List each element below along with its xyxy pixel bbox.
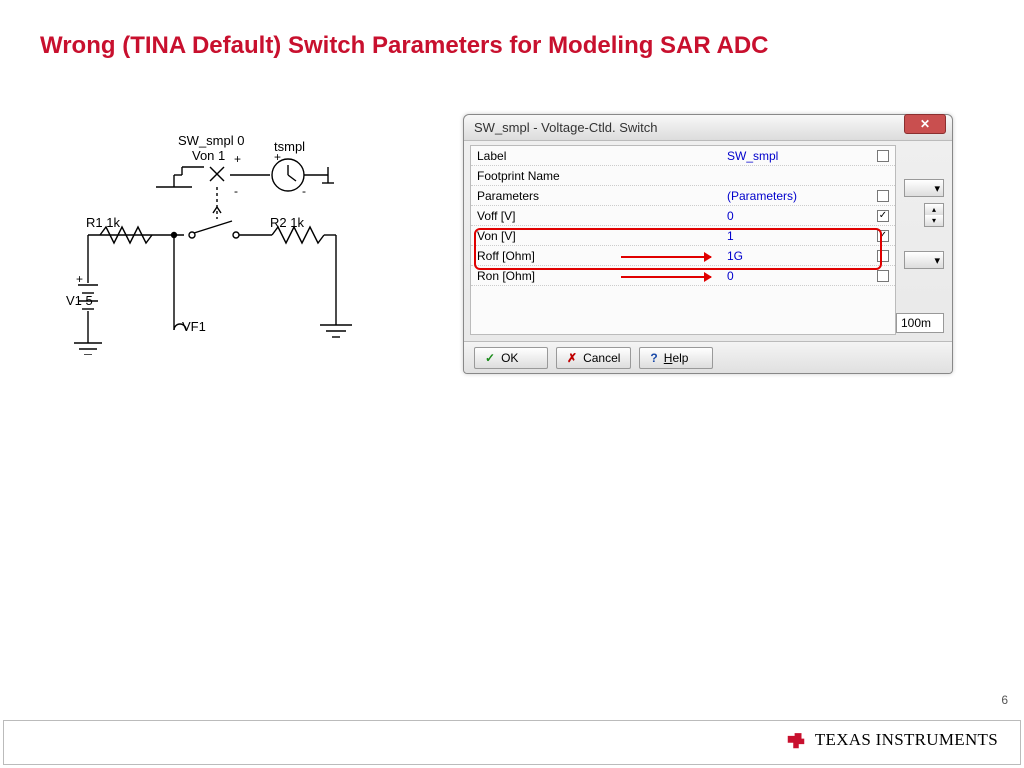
ti-mark-icon bbox=[785, 729, 807, 751]
table-row[interactable]: Footprint Name bbox=[471, 166, 895, 186]
unit-select[interactable]: ▾ bbox=[904, 251, 944, 269]
readout-value[interactable]: 100m bbox=[896, 313, 944, 333]
ok-label: OK bbox=[501, 351, 518, 365]
label-sw-smpl: SW_smpl 0 bbox=[178, 133, 244, 148]
close-button[interactable]: ✕ bbox=[904, 114, 946, 134]
slide-footer: 6 TEXAS INSTRUMENTS bbox=[3, 720, 1021, 765]
close-icon: ✕ bbox=[920, 117, 930, 131]
table-row[interactable]: Von [V] 1 bbox=[471, 226, 895, 246]
svg-text:-: - bbox=[302, 184, 306, 198]
checkbox[interactable] bbox=[877, 250, 889, 262]
step-down-icon[interactable]: ▾ bbox=[925, 215, 943, 226]
label-r2: R2 1k bbox=[270, 215, 304, 230]
x-icon: ✗ bbox=[567, 351, 577, 365]
slide-title: Wrong (TINA Default) Switch Parameters f… bbox=[40, 32, 769, 60]
help-button[interactable]: ? Help bbox=[639, 347, 713, 369]
circuit-schematic: + - + - + SW_smpl 0 Von 1 tsmpl R1 1k R2… bbox=[74, 115, 414, 355]
label-tsmpl: tsmpl bbox=[274, 139, 305, 154]
arrow-icon bbox=[621, 276, 711, 278]
table-row[interactable]: Parameters (Parameters) bbox=[471, 186, 895, 206]
checkbox[interactable] bbox=[877, 270, 889, 282]
param-value[interactable]: 0 bbox=[721, 209, 871, 223]
question-icon: ? bbox=[650, 351, 657, 365]
unit-select[interactable]: ▾ bbox=[904, 179, 944, 197]
schematic-svg: + - + - + bbox=[74, 115, 414, 355]
parameter-table: Label SW_smpl Footprint Name Parameters … bbox=[470, 145, 896, 335]
label-v1: V1 5 bbox=[66, 293, 93, 308]
cancel-label: Cancel bbox=[583, 351, 620, 365]
page-number: 6 bbox=[1001, 693, 1008, 707]
svg-text:+: + bbox=[234, 152, 241, 166]
param-value[interactable]: 1G bbox=[721, 249, 871, 263]
switch-params-dialog: SW_smpl - Voltage-Ctld. Switch ✕ Label S… bbox=[463, 114, 953, 374]
dialog-titlebar: SW_smpl - Voltage-Ctld. Switch ✕ bbox=[464, 115, 952, 141]
param-value[interactable]: 1 bbox=[721, 229, 871, 243]
param-value[interactable]: (Parameters) bbox=[721, 189, 871, 203]
svg-text:+: + bbox=[76, 272, 83, 286]
label-r1: R1 1k bbox=[86, 215, 120, 230]
param-name: Label bbox=[471, 149, 721, 163]
check-icon: ✓ bbox=[485, 351, 495, 365]
checkbox[interactable] bbox=[877, 150, 889, 162]
arrow-icon bbox=[621, 256, 711, 258]
label-vf1: VF1 bbox=[182, 319, 206, 334]
checkbox[interactable] bbox=[877, 210, 889, 222]
param-name: Voff [V] bbox=[471, 209, 721, 223]
svg-text:-: - bbox=[234, 184, 238, 198]
param-value[interactable]: 0 bbox=[721, 269, 871, 283]
param-value[interactable]: SW_smpl bbox=[721, 149, 871, 163]
ti-logo: TEXAS INSTRUMENTS bbox=[785, 729, 998, 751]
ti-brand-text: TEXAS INSTRUMENTS bbox=[815, 730, 998, 750]
param-name: Von [V] bbox=[471, 229, 721, 243]
dialog-title-text: SW_smpl - Voltage-Ctld. Switch bbox=[474, 120, 658, 135]
table-row[interactable]: Label SW_smpl bbox=[471, 146, 895, 166]
value-stepper[interactable]: ▴ ▾ bbox=[924, 203, 944, 227]
ok-button[interactable]: ✓ OK bbox=[474, 347, 548, 369]
cancel-button[interactable]: ✗ Cancel bbox=[556, 347, 631, 369]
table-row[interactable]: Voff [V] 0 bbox=[471, 206, 895, 226]
param-name: Parameters bbox=[471, 189, 721, 203]
side-controls: ▾ ▴ ▾ ▾ 100m bbox=[896, 145, 946, 335]
label-von: Von 1 bbox=[192, 148, 225, 163]
checkbox[interactable] bbox=[877, 230, 889, 242]
checkbox[interactable] bbox=[877, 190, 889, 202]
step-up-icon[interactable]: ▴ bbox=[925, 204, 943, 215]
help-label: Help bbox=[664, 351, 689, 365]
param-name: Footprint Name bbox=[471, 169, 721, 183]
